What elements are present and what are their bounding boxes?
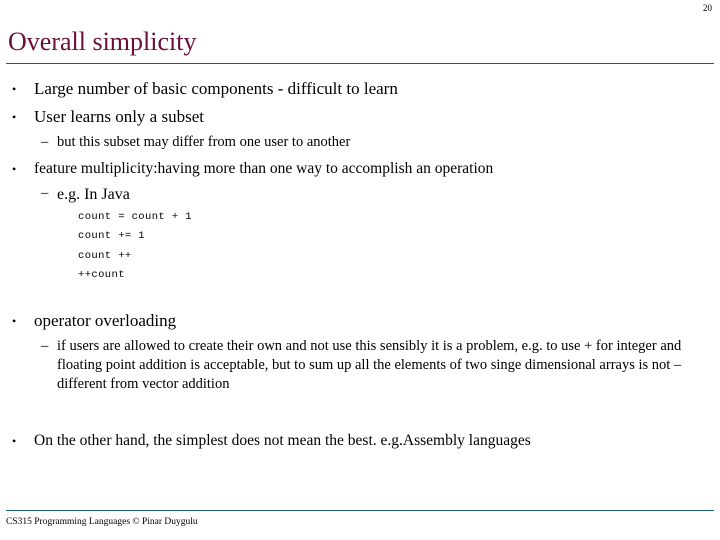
bullet-marker-icon: • [12,162,17,176]
dash-marker-icon: – [41,134,49,150]
bullet-text: On the other hand, the simplest does not… [34,431,531,449]
bullet-marker-icon: • [12,82,17,96]
page-title: Overall simplicity [8,27,197,56]
code-line: count = count + 1 [78,211,192,223]
title-divider [6,63,714,64]
page-number: 20 [703,3,712,13]
footer-divider [6,510,714,511]
bullet-marker-icon: • [12,433,17,448]
bullet-text: operator overloading [34,310,177,330]
sub-bullet-text: e.g. In Java [57,186,130,203]
sub-bullet-text: if users are allowed to create their own… [57,337,682,392]
dash-marker-icon: – [41,185,49,201]
dash-marker-icon: – [41,337,49,354]
sub-bullet-item-subset-differs: – but this subset may differ from one us… [0,133,720,152]
code-line: ++count [78,269,125,282]
bullet-text: feature multiplicity:having more than on… [34,160,494,177]
bullet-item-simplest-not-best: • On the other hand, the simplest does n… [0,430,720,451]
sub-bullet-text: but this subset may differ from one user… [57,134,351,150]
bullet-item-user-learns-subset: • User learns only a subset [0,106,720,128]
sub-bullet-item-operator-overloading-detail: – if users are allowed to create their o… [0,337,720,394]
slide-canvas: 20 Overall simplicity • Large number of … [0,0,720,540]
code-block: count = count + 1 count += 1 count ++ ++… [0,208,720,286]
bullet-text: Large number of basic components - diffi… [34,79,398,98]
footer-credit: CS315 Programming Languages © Pinar Duyg… [6,517,198,527]
bullet-text: User learns only a subset [34,107,204,126]
bullet-item-operator-overloading: • operator overloading [0,310,720,332]
bullet-item-feature-multiplicity: • feature multiplicity:having more than … [0,158,720,179]
code-line: count ++ [78,249,132,262]
bullet-marker-icon: • [12,313,17,328]
slide-body: • Large number of basic components - dif… [0,72,720,451]
bullet-marker-icon: • [12,110,17,124]
code-line: count += 1 [78,230,146,243]
sub-bullet-item-eg-in-java: – e.g. In Java [0,184,720,205]
bullet-item-large-number-of-components: • Large number of basic components - dif… [0,78,720,100]
